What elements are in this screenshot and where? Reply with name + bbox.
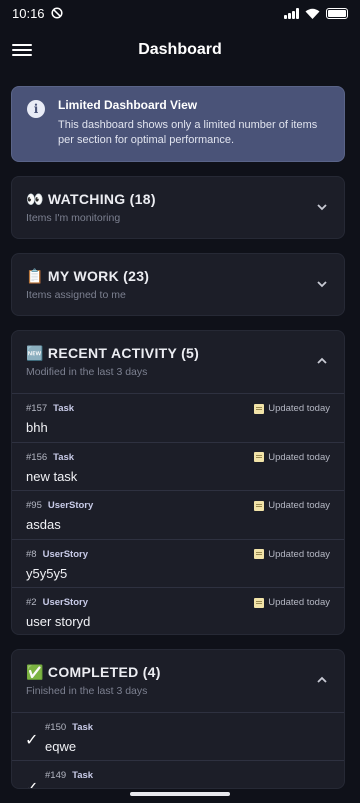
section-completed-header[interactable]: ✅ COMPLETED (4) Finished in the last 3 d…: [12, 650, 344, 712]
app-bar: Dashboard: [0, 30, 360, 70]
item-title: asdas: [26, 517, 61, 532]
list-item[interactable]: #157 Task bhh Updated today: [12, 394, 344, 443]
menu-icon[interactable]: [12, 40, 32, 60]
item-type: Task: [72, 770, 94, 781]
check-icon: ✓: [25, 732, 39, 749]
item-type: Task: [53, 403, 75, 414]
section-recent-header[interactable]: 🆕 RECENT ACTIVITY (5) Modified in the la…: [12, 331, 344, 393]
section-title: 👀 WATCHING (18): [26, 191, 156, 207]
section-my-work: 📋 MY WORK (23) Items assigned to me: [11, 253, 345, 316]
do-not-disturb-icon: [50, 7, 63, 19]
recent-activity-list: #157 Task bhh Updated today #156 Task new …: [12, 393, 344, 634]
item-updated: Updated today: [268, 548, 330, 560]
item-type: Task: [53, 451, 75, 463]
item-id: #95: [26, 500, 42, 511]
item-type: UserStory: [42, 597, 88, 608]
section-recent-activity: 🆕 RECENT ACTIVITY (5) Modified in the la…: [11, 330, 345, 635]
item-title: y5y5y5: [26, 565, 68, 581]
section-subtitle: Items I'm monitoring: [26, 212, 121, 224]
item-updated: Updated today: [268, 597, 330, 608]
list-item[interactable]: #8 UserStory y5y5y5 Updated today: [12, 540, 344, 588]
list-item[interactable]: #156 Task new task Updated today: [12, 443, 344, 491]
section-my-work-header[interactable]: 📋 MY WORK (23) Items assigned to me: [12, 254, 344, 315]
section-subtitle: Items assigned to me: [26, 289, 126, 301]
status-time: 10:16: [12, 5, 45, 21]
item-title: new task: [26, 468, 78, 484]
list-item[interactable]: ✓ #149 Task: [12, 761, 344, 789]
memo-icon: [254, 597, 265, 608]
item-updated: Updated today: [268, 403, 330, 414]
section-title: 🆕 RECENT ACTIVITY (5): [26, 345, 200, 361]
status-bar: 10:16: [0, 0, 360, 26]
item-id: #156: [26, 451, 48, 463]
section-completed: ✅ COMPLETED (4) Finished in the last 3 d…: [11, 649, 345, 789]
section-watching-header[interactable]: 👀 WATCHING (18) Items I'm monitoring: [12, 177, 344, 238]
item-title: eqwe: [45, 739, 77, 754]
memo-icon: [254, 500, 265, 511]
list-item[interactable]: #95 UserStory asdas Updated today: [12, 491, 344, 540]
chevron-down-icon[interactable]: [316, 278, 328, 290]
signal-icon: [284, 7, 299, 19]
section-subtitle: Finished in the last 3 days: [26, 685, 148, 697]
item-id: #157: [26, 403, 48, 414]
chevron-down-icon[interactable]: [316, 201, 328, 213]
item-type: Task: [72, 722, 94, 733]
chevron-up-icon[interactable]: [316, 355, 328, 367]
info-banner: i Limited Dashboard View This dashboard …: [11, 86, 345, 162]
item-id: #150: [45, 722, 67, 733]
memo-icon: [254, 452, 265, 462]
memo-icon: [254, 549, 265, 559]
section-watching: 👀 WATCHING (18) Items I'm monitoring: [11, 176, 345, 239]
item-type: UserStory: [47, 500, 94, 511]
battery-icon: [326, 7, 348, 19]
check-icon: ✓: [25, 780, 39, 789]
item-id: #2: [26, 597, 37, 608]
info-icon: i: [27, 100, 45, 118]
item-title: bhh: [26, 420, 48, 435]
section-subtitle: Modified in the last 3 days: [26, 366, 148, 378]
section-title: ✅ COMPLETED (4): [26, 664, 161, 680]
home-indicator[interactable]: [130, 792, 230, 796]
info-text: This dashboard shows only a limited numb…: [58, 119, 318, 146]
list-item[interactable]: #2 UserStory user storyd Updated today: [12, 588, 344, 634]
info-title: Limited Dashboard View: [58, 98, 198, 112]
item-title: user storyd: [26, 614, 91, 629]
list-item[interactable]: ✓ #150 Task eqwe: [12, 713, 344, 761]
section-title: 📋 MY WORK (23): [26, 268, 150, 284]
wifi-icon: [305, 8, 320, 19]
item-updated: Updated today: [268, 500, 330, 511]
item-id: #8: [26, 548, 37, 560]
page-title: Dashboard: [138, 41, 222, 58]
item-id: #149: [45, 770, 67, 781]
item-updated: Updated today: [268, 451, 330, 463]
completed-list: ✓ #150 Task eqwe ✓ #149 Task: [12, 712, 344, 789]
item-type: UserStory: [42, 548, 88, 560]
chevron-up-icon[interactable]: [316, 674, 328, 686]
memo-icon: [254, 403, 265, 414]
